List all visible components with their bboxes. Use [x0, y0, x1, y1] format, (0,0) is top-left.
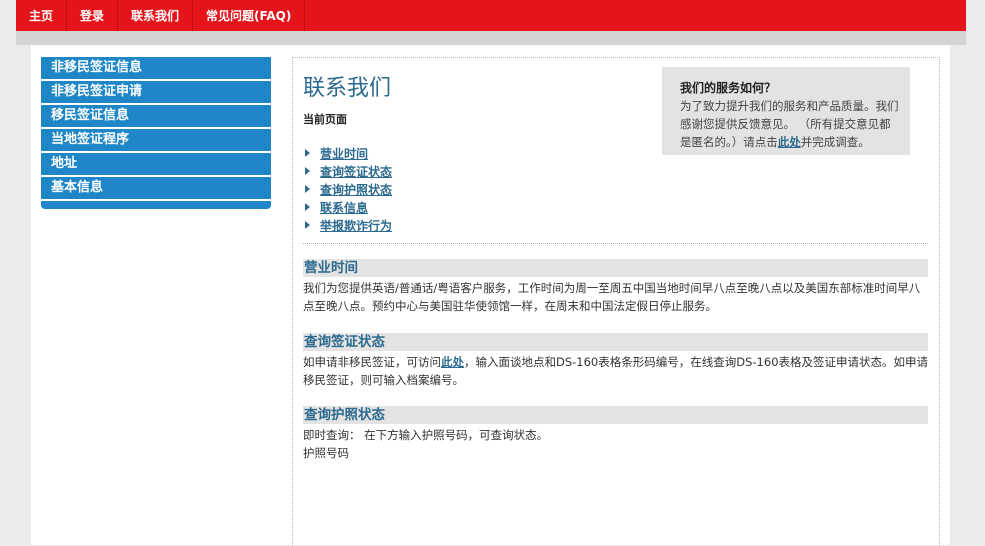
- arrow-right-icon: [305, 185, 310, 193]
- arrow-right-icon: [305, 203, 310, 211]
- sidebar-menu: 非移民签证信息 非移民签证申请 移民签证信息 当地签证程序 地址 基本信息: [41, 57, 271, 209]
- top-navigation-bar: 主页 登录 联系我们 常见问题(FAQ): [16, 0, 966, 31]
- section-visa-status: 查询签证状态 如申请非移民签证，可访问此处，输入面谈地点和DS-160表格条形码…: [303, 333, 928, 389]
- toc-item: 查询护照状态: [305, 180, 392, 198]
- section-title: 营业时间: [303, 259, 928, 277]
- section-body-before: 如申请非移民签证，可访问: [303, 355, 441, 369]
- visa-status-link[interactable]: 此处: [441, 355, 464, 369]
- nav-login[interactable]: 登录: [67, 0, 119, 31]
- divider: [303, 243, 928, 244]
- section-title: 查询签证状态: [303, 333, 928, 351]
- sidebar-item-local-procedures[interactable]: 当地签证程序: [41, 129, 271, 153]
- passport-number-label: 护照号码: [303, 446, 349, 460]
- sidebar-item-immigrant-info[interactable]: 移民签证信息: [41, 105, 271, 129]
- nav-home[interactable]: 主页: [16, 0, 68, 31]
- section-title: 查询护照状态: [303, 406, 928, 424]
- nav-contact-us[interactable]: 联系我们: [118, 0, 194, 31]
- toc-link-passport-status[interactable]: 查询护照状态: [320, 181, 392, 198]
- toc-link-contact-info[interactable]: 联系信息: [320, 199, 368, 216]
- page-container: 非移民签证信息 非移民签证申请 移民签证信息 当地签证程序 地址 基本信息 联系…: [31, 45, 950, 546]
- sidebar-item-nonimmigrant-apply[interactable]: 非移民签证申请: [41, 81, 271, 105]
- section-business-hours: 营业时间 我们为您提供英语/普通话/粤语客户服务，工作时间为周一至周五中国当地时…: [303, 259, 928, 315]
- section-body: 如申请非移民签证，可访问此处，输入面谈地点和DS-160表格条形码编号，在线查询…: [303, 353, 928, 389]
- toc-link-business-hours[interactable]: 营业时间: [320, 145, 368, 162]
- service-box-after: 并完成调查。: [800, 135, 870, 149]
- toc-link-report-fraud[interactable]: 举报欺诈行为: [320, 217, 392, 234]
- current-page-label: 当前页面: [303, 113, 347, 126]
- section-body: 即时查询： 在下方输入护照号码，可查询状态。: [303, 428, 549, 442]
- toc-item: 查询签证状态: [305, 162, 392, 180]
- arrow-right-icon: [305, 167, 310, 175]
- header-band: [16, 31, 966, 45]
- toc-item: 营业时间: [305, 144, 392, 162]
- survey-link[interactable]: 此处: [778, 135, 801, 149]
- service-feedback-box: 我们的服务如何？ 为了致力提升我们的服务和产品质量。我们感谢您提供反馈意见。 （…: [662, 67, 910, 155]
- sidebar-item-address[interactable]: 地址: [41, 153, 271, 177]
- sidebar-item-basic-info[interactable]: 基本信息: [41, 177, 271, 201]
- nav-faq[interactable]: 常见问题(FAQ): [193, 0, 306, 31]
- section-body: 我们为您提供英语/普通话/粤语客户服务，工作时间为周一至周五中国当地时间早八点至…: [303, 281, 921, 313]
- arrow-right-icon: [305, 221, 310, 229]
- main-content: 联系我们 当前页面 营业时间 查询签证状态 查询护照状态 联系信息 举报欺诈行为…: [292, 57, 940, 546]
- toc-item: 举报欺诈行为: [305, 216, 392, 234]
- section-passport-status: 查询护照状态 即时查询： 在下方输入护照号码，可查询状态。 护照号码: [303, 406, 928, 462]
- toc-link-visa-status[interactable]: 查询签证状态: [320, 163, 392, 180]
- service-box-text: 为了致力提升我们的服务和产品质量。我们感谢您提供反馈意见。 （所有提交意见都是匿…: [680, 97, 902, 151]
- arrow-right-icon: [305, 149, 310, 157]
- table-of-contents: 营业时间 查询签证状态 查询护照状态 联系信息 举报欺诈行为: [305, 144, 392, 234]
- sidebar-item-nonimmigrant-info[interactable]: 非移民签证信息: [41, 57, 271, 81]
- page-title: 联系我们: [303, 76, 392, 101]
- service-box-title: 我们的服务如何？: [680, 81, 777, 95]
- toc-item: 联系信息: [305, 198, 392, 216]
